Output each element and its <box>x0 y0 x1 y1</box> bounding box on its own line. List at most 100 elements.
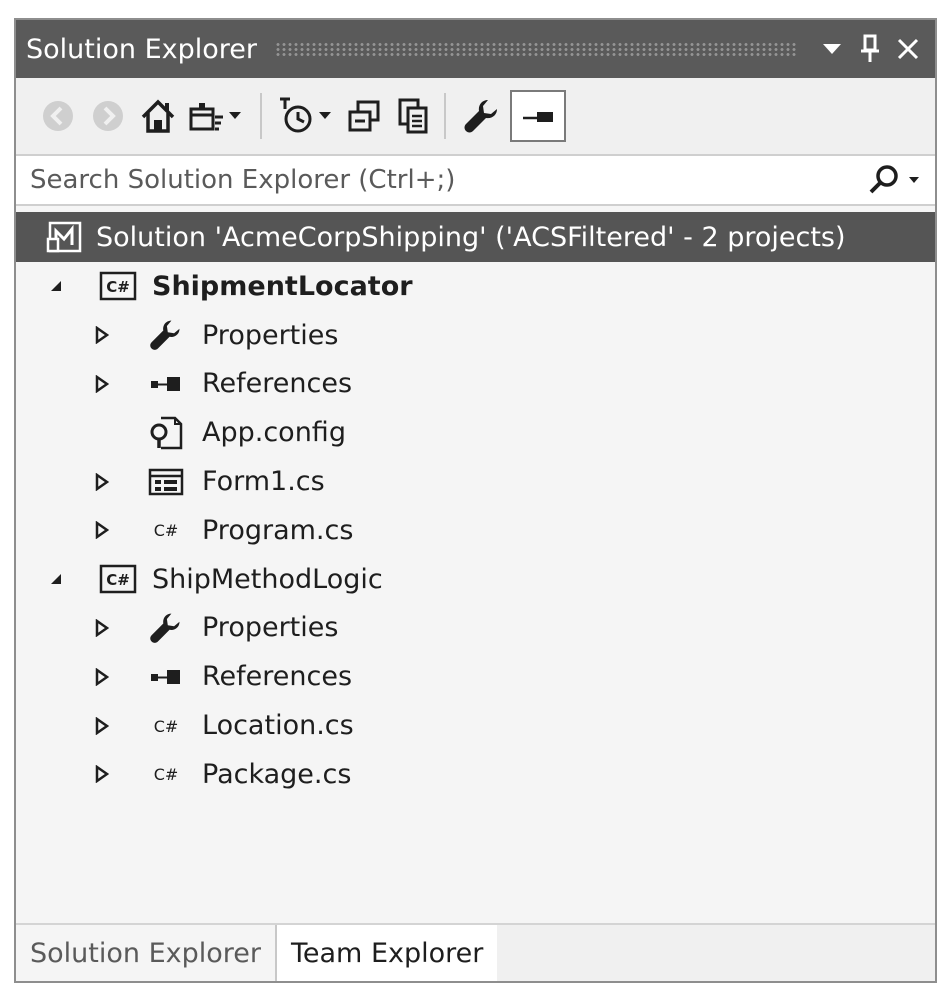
pending-changes-icon <box>280 97 312 133</box>
home-icon <box>141 99 175 133</box>
search-icon <box>869 165 898 194</box>
title-bar: Solution Explorer <box>16 20 935 78</box>
tree-item-label: References <box>202 661 353 693</box>
csharp-project-icon: C# <box>98 269 138 303</box>
wrench-icon <box>146 611 186 645</box>
solution-node[interactable]: Solution 'AcmeCorpShipping' ('ACSFiltere… <box>16 212 935 262</box>
config-file-icon <box>146 416 186 450</box>
solution-icon <box>46 221 82 253</box>
forward-circle-icon <box>93 101 123 131</box>
window-menu-dropdown-button[interactable] <box>813 29 851 69</box>
tree-item-form1[interactable]: Form1.cs <box>16 457 935 506</box>
form-icon <box>146 465 186 499</box>
dropdown-arrow-icon <box>909 177 919 183</box>
tree-item-label: Form1.cs <box>202 466 325 498</box>
tab-team-explorer[interactable]: Team Explorer <box>277 925 498 981</box>
expand-toggle[interactable] <box>92 618 112 638</box>
title-grip[interactable] <box>275 42 797 56</box>
pin-icon <box>861 34 879 62</box>
collapsed-arrow-icon <box>95 374 109 393</box>
collapsed-arrow-icon <box>95 472 109 491</box>
expand-toggle[interactable] <box>92 764 112 784</box>
tree-item-references[interactable]: References <box>16 360 935 409</box>
toolbar <box>16 78 935 154</box>
expand-toggle[interactable] <box>92 374 112 394</box>
tree-item-label: References <box>202 368 353 400</box>
tree-item-label: Location.cs <box>202 710 354 742</box>
svg-text:C#: C# <box>154 717 179 736</box>
csharp-file-icon: C# <box>146 757 186 791</box>
tree-item-references[interactable]: References <box>16 652 935 701</box>
expand-toggle[interactable] <box>92 716 112 736</box>
project-name: ShipmentLocator <box>152 270 413 302</box>
bottom-tab-strip: Solution Explorer Team Explorer <box>16 923 935 981</box>
home-button[interactable] <box>136 90 180 142</box>
svg-text:C#: C# <box>154 521 179 540</box>
collapse-all-icon <box>348 100 380 132</box>
wrench-icon <box>464 100 497 133</box>
collapse-all-button[interactable] <box>342 90 386 142</box>
tree-item-label: Package.cs <box>202 758 352 790</box>
pin-button[interactable] <box>851 29 889 69</box>
preview-selected-items-button[interactable] <box>510 90 566 142</box>
expand-toggle[interactable] <box>92 520 112 540</box>
collapsed-arrow-icon <box>95 716 109 735</box>
properties-button[interactable] <box>460 90 504 142</box>
show-all-files-icon <box>398 98 428 134</box>
sync-with-active-document-button[interactable] <box>186 90 226 142</box>
tree-item-program[interactable]: C# Program.cs <box>16 506 935 555</box>
sync-dropdown-button[interactable] <box>226 112 244 120</box>
expand-toggle[interactable] <box>92 472 112 492</box>
back-circle-icon <box>43 101 73 131</box>
project-node-shipmentlocator[interactable]: C# ShipmentLocator <box>16 262 935 311</box>
csharp-project-icon: C# <box>98 562 138 596</box>
tree-item-label: Properties <box>202 612 339 644</box>
collapsed-arrow-icon <box>95 326 109 345</box>
csharp-file-icon: C# <box>146 513 186 547</box>
expand-toggle[interactable] <box>92 325 112 345</box>
wrench-icon <box>146 318 186 352</box>
close-button[interactable] <box>889 29 927 69</box>
expand-toggle[interactable] <box>92 667 112 687</box>
forward-button[interactable] <box>86 90 130 142</box>
svg-text:C#: C# <box>154 765 179 784</box>
sync-view-icon <box>189 103 223 131</box>
project-node-shipmethodlogic[interactable]: C# ShipMethodLogic <box>16 555 935 604</box>
search-input[interactable] <box>30 165 867 195</box>
pending-changes-filter-button[interactable] <box>276 90 316 142</box>
solution-tree: C# ShipmentLocator Properties References… <box>16 262 935 799</box>
tree-item-label: Properties <box>202 319 339 351</box>
collapse-toggle[interactable] <box>46 569 66 589</box>
svg-text:C#: C# <box>106 278 130 296</box>
close-icon <box>897 38 919 60</box>
dropdown-arrow-icon <box>823 44 841 54</box>
collapsed-arrow-icon <box>95 618 109 637</box>
tab-solution-explorer[interactable]: Solution Explorer <box>16 925 277 981</box>
toolbar-separator <box>260 93 262 139</box>
search-bar <box>16 154 935 206</box>
expanded-arrow-icon <box>51 281 61 292</box>
back-button[interactable] <box>36 90 80 142</box>
references-icon <box>146 367 186 401</box>
tree-item-package[interactable]: C# Package.cs <box>16 750 935 799</box>
search-options-button[interactable] <box>867 163 923 197</box>
tree-item-properties[interactable]: Properties <box>16 604 935 653</box>
tree-item-location[interactable]: C# Location.cs <box>16 701 935 750</box>
collapsed-arrow-icon <box>95 667 109 686</box>
project-name: ShipMethodLogic <box>152 563 383 595</box>
pending-changes-dropdown-button[interactable] <box>316 112 334 120</box>
solution-label: Solution 'AcmeCorpShipping' ('ACSFiltere… <box>96 221 846 253</box>
svg-text:C#: C# <box>106 571 130 589</box>
show-all-files-button[interactable] <box>392 90 436 142</box>
tree-item-properties[interactable]: Properties <box>16 311 935 360</box>
expanded-arrow-icon <box>51 574 61 585</box>
dropdown-arrow-icon <box>319 112 331 119</box>
dropdown-arrow-icon <box>229 112 241 119</box>
toolbar-separator <box>444 93 446 139</box>
collapse-toggle[interactable] <box>46 276 66 296</box>
tree-item-app-config[interactable]: App.config <box>16 408 935 457</box>
references-icon <box>146 660 186 694</box>
solution-explorer-window: Solution Explorer Search Solution Explor… <box>14 18 937 983</box>
collapsed-arrow-icon <box>95 521 109 540</box>
preview-icon <box>523 112 553 122</box>
